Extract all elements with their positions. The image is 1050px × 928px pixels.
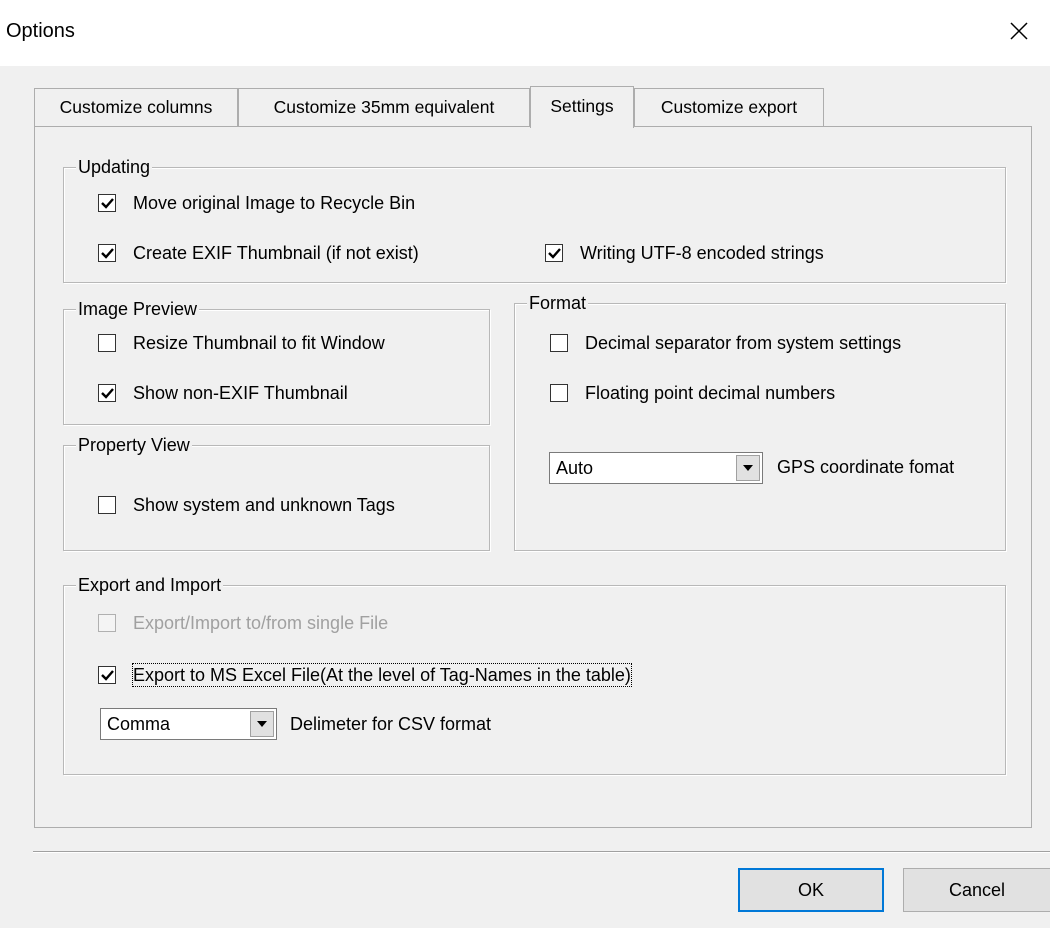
decimal-separator-label: Decimal separator from system settings [585,333,902,353]
ms-excel-label: Export to MS Excel File(At the level of … [132,663,632,687]
export-import-group: Export and Import Export/Import to/from … [63,573,1006,775]
show-non-exif-label: Show non-EXIF Thumbnail [133,383,348,403]
single-file-label: Export/Import to/from single File [133,613,389,633]
checkbox-box[interactable] [98,496,116,514]
footer-separator [33,851,1050,853]
decimal-separator-checkbox[interactable]: Decimal separator from system settings [550,332,901,354]
property-view-group: Property View Show system and unknown Ta… [63,433,490,551]
updating-group-title: Updating [76,155,153,179]
utf8-checkbox[interactable]: Writing UTF-8 encoded strings [545,242,824,264]
checkbox-box[interactable] [545,244,563,262]
dropdown-button[interactable] [736,455,760,481]
checkmark-icon [101,388,114,399]
image-preview-group: Image Preview Resize Thumbnail to fit Wi… [63,297,490,425]
utf8-label: Writing UTF-8 encoded strings [580,243,824,263]
gps-format-label: GPS coordinate fomat [777,457,955,477]
checkmark-icon [101,670,114,681]
create-exif-thumb-label: Create EXIF Thumbnail (if not exist) [133,243,419,263]
show-system-tags-label: Show system and unknown Tags [133,495,395,515]
checkbox-box[interactable] [98,614,116,632]
single-file-checkbox[interactable]: Export/Import to/from single File [98,612,388,634]
image-preview-group-title: Image Preview [76,297,200,321]
dropdown-button[interactable] [250,711,274,737]
checkbox-box[interactable] [98,666,116,684]
chevron-down-icon [743,465,753,471]
title-bar: Options [0,0,1050,66]
tab-settings[interactable]: Settings [530,86,634,128]
cancel-button[interactable]: Cancel [903,868,1050,912]
checkbox-box[interactable] [98,384,116,402]
checkbox-box[interactable] [98,244,116,262]
close-icon [1010,22,1028,40]
gps-format-value: Auto [556,457,594,478]
show-non-exif-checkbox[interactable]: Show non-EXIF Thumbnail [98,382,348,404]
chevron-down-icon [257,721,267,727]
checkbox-box[interactable] [550,334,568,352]
format-group-title: Format [527,291,589,315]
export-import-group-title: Export and Import [76,573,224,597]
checkbox-box[interactable] [98,334,116,352]
resize-thumb-checkbox[interactable]: Resize Thumbnail to fit Window [98,332,385,354]
resize-thumb-label: Resize Thumbnail to fit Window [133,333,385,353]
checkmark-icon [101,248,114,259]
tab-customize-columns[interactable]: Customize columns [34,88,238,126]
csv-delimiter-value: Comma [107,713,171,734]
gps-format-select[interactable]: Auto [549,452,763,484]
ok-button[interactable]: OK [738,868,884,912]
checkmark-icon [101,198,114,209]
move-to-recycle-checkbox[interactable]: Move original Image to Recycle Bin [98,192,415,214]
csv-delimiter-select[interactable]: Comma [100,708,277,740]
create-exif-thumb-checkbox[interactable]: Create EXIF Thumbnail (if not exist) [98,242,419,264]
settings-tab-page: Updating Move original Image to Recycle … [34,126,1032,828]
window-title: Options [6,20,75,42]
close-button[interactable] [988,0,1050,62]
checkbox-box[interactable] [550,384,568,402]
floating-point-checkbox[interactable]: Floating point decimal numbers [550,382,835,404]
tab-customize-export[interactable]: Customize export [634,88,824,126]
csv-delimiter-label: Delimeter for CSV format [290,714,492,734]
floating-point-label: Floating point decimal numbers [585,383,836,403]
format-group: Format Decimal separator from system set… [514,291,1006,551]
checkmark-icon [548,248,561,259]
updating-group: Updating Move original Image to Recycle … [63,155,1006,283]
ms-excel-checkbox[interactable]: Export to MS Excel File(At the level of … [98,663,632,687]
property-view-group-title: Property View [76,433,192,457]
checkbox-box[interactable] [98,194,116,212]
tab-customize-35mm[interactable]: Customize 35mm equivalent [238,88,530,126]
move-to-recycle-label: Move original Image to Recycle Bin [133,193,416,213]
show-system-tags-checkbox[interactable]: Show system and unknown Tags [98,494,395,516]
